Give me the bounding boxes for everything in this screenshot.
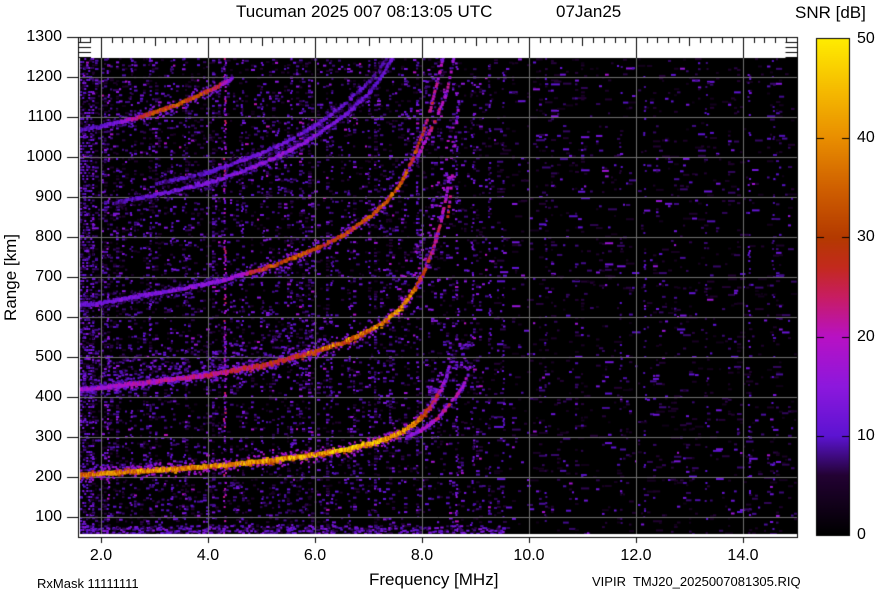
page-title: Tucuman 2025 007 08:13:05 UTC xyxy=(236,2,493,21)
y-tick-label: 1200 xyxy=(26,68,62,85)
rxmask-label: RxMask 11111111 xyxy=(37,576,139,591)
date-label: 07Jan25 xyxy=(556,2,622,21)
ionogram-page: Tucuman 2025 007 08:13:05 UTC 07Jan25 SN… xyxy=(0,0,884,595)
y-tick-label: 1300 xyxy=(26,28,62,45)
y-tick-label: 500 xyxy=(35,348,62,365)
ionogram-canvas xyxy=(0,0,884,595)
y-tick-label: 900 xyxy=(35,188,62,205)
y-tick-label: 700 xyxy=(35,268,62,285)
y-tick-label: 200 xyxy=(35,468,62,485)
data-file-label: VIPIR TMJ20_2025007081305.RIQ xyxy=(592,574,801,589)
x-tick-label: 14.0 xyxy=(727,547,759,564)
colorbar-tick-label: 0 xyxy=(857,526,866,543)
x-axis-label: Frequency [MHz] xyxy=(369,570,499,589)
colorbar-tick-label: 50 xyxy=(857,30,875,47)
x-tick-label: 2.0 xyxy=(89,547,113,564)
colorbar-tick-label: 20 xyxy=(857,327,875,345)
colorbar-tick-label: 10 xyxy=(857,426,875,444)
colorbar-title: SNR [dB] xyxy=(795,3,866,22)
y-tick-label: 100 xyxy=(35,508,62,525)
x-tick-label: 8.0 xyxy=(410,547,434,564)
x-tick-label: 4.0 xyxy=(196,547,220,564)
y-tick-label: 400 xyxy=(35,388,62,405)
y-tick-label: 1100 xyxy=(27,108,62,125)
y-tick-label: 600 xyxy=(35,308,62,325)
y-tick-label: 300 xyxy=(35,428,62,445)
y-tick-label: 1000 xyxy=(26,148,62,165)
x-tick-label: 10.0 xyxy=(513,547,545,564)
y-tick-label: 800 xyxy=(35,228,62,245)
colorbar-tick-label: 40 xyxy=(857,129,875,147)
x-tick-label: 12.0 xyxy=(620,547,652,564)
colorbar-tick-label: 30 xyxy=(857,228,875,246)
x-tick-label: 6.0 xyxy=(303,547,327,564)
